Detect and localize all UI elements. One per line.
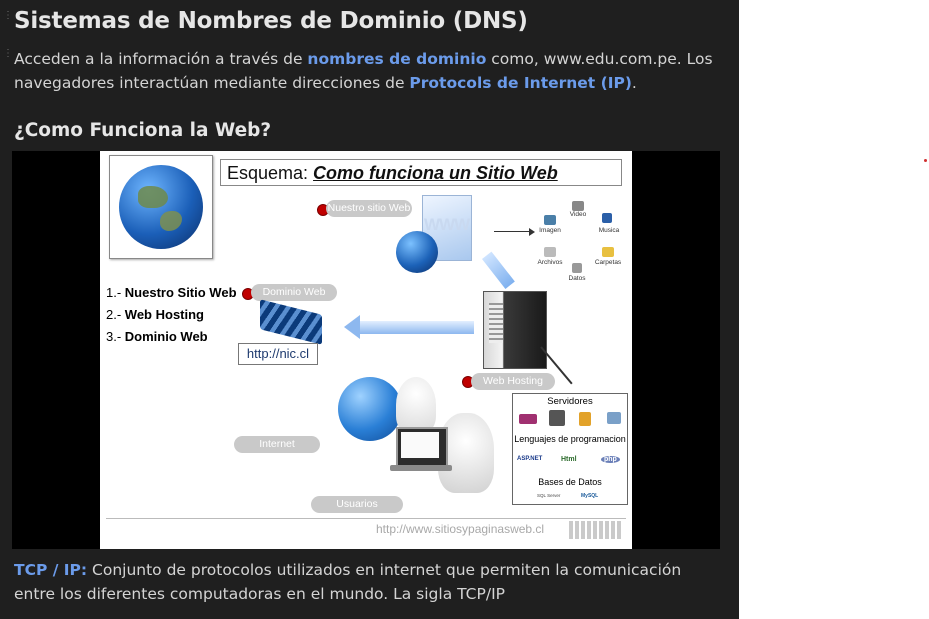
label-internet: Internet — [234, 436, 320, 453]
steps-list: 1.- Nuestro Sitio Web 2.- Web Hosting 3.… — [106, 282, 237, 348]
link-nombres-de-dominio[interactable]: nombres de dominio — [307, 50, 486, 68]
cursor-dot — [924, 159, 927, 162]
db-mysql: MySQL — [581, 493, 599, 499]
laptop-screen — [401, 432, 439, 458]
www-text: WWW — [424, 215, 470, 234]
drag-handle-icon[interactable]: ⋮ — [3, 11, 13, 21]
slide-divider — [106, 518, 626, 519]
tcp-ip-term: TCP / IP: — [14, 561, 88, 579]
domain-chain-icon — [260, 299, 322, 345]
files-icon — [544, 247, 556, 257]
list-label: Nuestro Sitio Web — [124, 285, 237, 300]
arrow-down-icon — [482, 251, 515, 289]
icon-label-imagen: Imagen — [539, 227, 561, 234]
label-dominio-web: Dominio Web — [251, 284, 337, 301]
drag-handle-icon[interactable]: ⋮ — [3, 49, 13, 59]
list-label: Web Hosting — [124, 307, 204, 322]
land-shape — [138, 186, 168, 208]
intro-text: Acceden a la información a través de — [14, 50, 308, 68]
intro-text: . — [631, 74, 637, 92]
diagram-heading-emph: Como funciona un Sitio Web — [313, 163, 558, 183]
label-nuestro-sitio: Nuestro sitio Web — [326, 200, 412, 217]
internet-globe-icon — [338, 377, 402, 441]
folder-icon — [602, 247, 614, 257]
tcp-ip-text: Conjunto de protocolos utilizados en int… — [14, 561, 682, 603]
laptop-base-icon — [390, 465, 452, 471]
databases-title: Bases de Datos — [538, 477, 602, 487]
list-number: 1.- — [106, 285, 125, 300]
label-web-hosting: Web Hosting — [471, 373, 555, 390]
globe-frame — [109, 155, 213, 259]
icon-label-musica: Musica — [598, 227, 620, 234]
server-logo-icon — [549, 410, 565, 426]
servers-title: Servidores — [547, 396, 593, 407]
languages-title: Lenguajes de programacion — [514, 434, 626, 444]
intro-paragraph: Acceden a la información a través de nom… — [14, 47, 714, 95]
db-sqlserver: SQL Server — [537, 493, 561, 498]
link-protocols-ip[interactable]: Protocols de Internet (IP) — [409, 74, 632, 92]
database-icon — [572, 263, 582, 273]
nic-url-box: http://nic.cl — [238, 343, 318, 365]
list-number: 3.- — [106, 329, 125, 344]
music-icon — [602, 213, 612, 223]
lang-php: php — [601, 456, 620, 463]
figure-icon — [396, 377, 436, 433]
lang-asp: ASP.NET — [517, 456, 543, 462]
label-usuarios: Usuarios — [311, 496, 403, 513]
server-drive-icon — [489, 303, 503, 343]
list-label: Dominio Web — [124, 329, 208, 344]
section-heading: ¿Como Funciona la Web? — [14, 120, 272, 141]
icon-label-datos: Datos — [568, 275, 586, 282]
small-globe-icon — [396, 231, 438, 273]
icon-label-archivos: Archivos — [537, 259, 563, 266]
list-item: 1.- Nuestro Sitio Web — [106, 282, 237, 304]
diagram-heading-prefix: Esquema: — [227, 163, 314, 183]
arrow-head-icon — [344, 315, 360, 339]
server-logo-icon — [607, 412, 621, 424]
diagram-heading-box: Esquema: Como funciona un Sitio Web — [220, 159, 622, 186]
arrow-right-icon — [494, 231, 530, 232]
tcp-ip-paragraph: TCP / IP: Conjunto de protocolos utiliza… — [14, 558, 714, 606]
list-number: 2.- — [106, 307, 125, 322]
lang-html: Html — [561, 456, 577, 463]
web-diagram-image: Esquema: Como funciona un Sitio Web Nues… — [100, 151, 632, 549]
slide-footer-url: http://www.sitiosypaginasweb.cl — [376, 522, 545, 536]
list-item: 2.- Web Hosting — [106, 304, 237, 326]
earth-icon — [119, 165, 203, 249]
list-item: 3.- Dominio Web — [106, 326, 237, 348]
arrow-left-icon — [358, 321, 474, 334]
server-logo-icon — [519, 414, 537, 424]
icon-label-video: Video — [569, 211, 587, 218]
server-logo-icon — [579, 412, 591, 426]
page-title: Sistemas de Nombres de Dominio (DNS) — [14, 8, 528, 34]
servers-box: Servidores Lenguajes de programacion ASP… — [512, 393, 628, 505]
video-icon — [572, 201, 584, 211]
people-silhouettes-icon — [569, 521, 621, 539]
icon-label-carpetas: Carpetas — [594, 259, 622, 266]
image-icon — [544, 215, 556, 225]
